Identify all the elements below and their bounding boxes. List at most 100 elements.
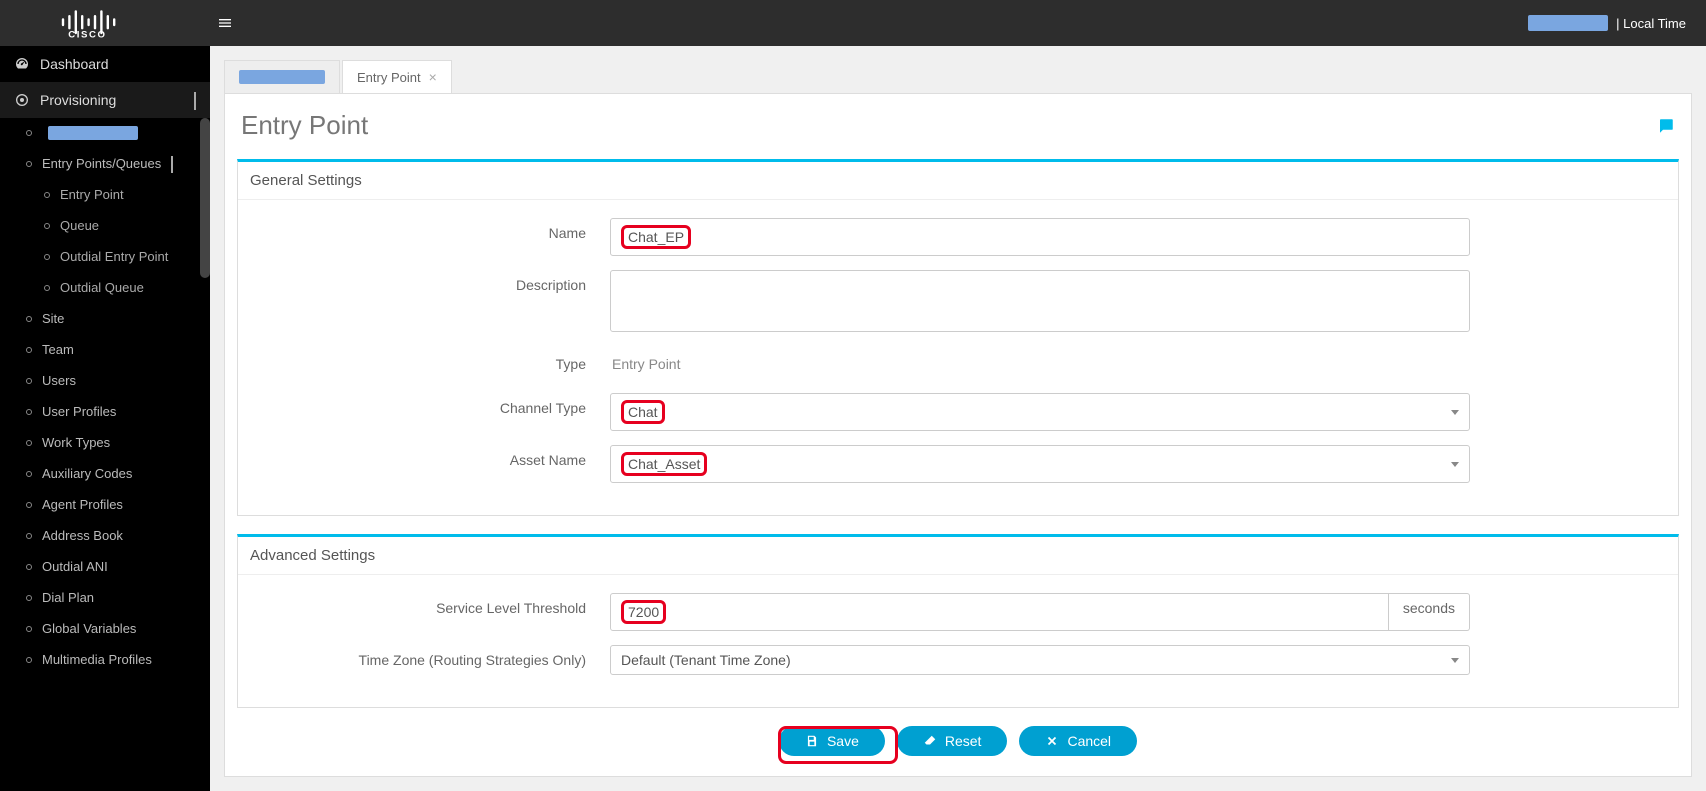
reset-button[interactable]: Reset <box>897 726 1008 756</box>
asset-name-select[interactable]: Chat_Asset <box>610 445 1470 483</box>
timezone-select[interactable]: Default (Tenant Time Zone) <box>610 645 1470 675</box>
bullet-icon <box>26 626 32 632</box>
name-label: Name <box>250 218 610 241</box>
sidebar-item-dashboard[interactable]: Dashboard <box>0 46 210 82</box>
sidebar-label: Team <box>42 342 74 357</box>
eraser-icon <box>923 734 937 748</box>
hamburger-icon[interactable] <box>210 15 240 31</box>
panel-heading: General Settings <box>238 162 1678 200</box>
bullet-icon <box>26 440 32 446</box>
caret-down-icon <box>1451 410 1459 415</box>
name-input[interactable]: Chat_EP <box>610 218 1470 256</box>
description-textarea[interactable] <box>610 270 1470 332</box>
sidebar-sub-auxiliary-codes[interactable]: Auxiliary Codes <box>0 458 210 489</box>
tab-redacted[interactable] <box>224 60 340 93</box>
bullet-icon <box>26 657 32 663</box>
sidebar-label: Users <box>42 373 76 388</box>
sidebar-label: Dial Plan <box>42 590 94 605</box>
button-label: Cancel <box>1067 733 1111 749</box>
bullet-icon <box>26 533 32 539</box>
bullet-icon <box>26 130 32 136</box>
sidebar-sub-entry-point[interactable]: Entry Point <box>0 179 210 210</box>
sidebar-sub-site[interactable]: Site <box>0 303 210 334</box>
cisco-logo: CISCO <box>0 7 210 39</box>
sidebar-label: User Profiles <box>42 404 116 419</box>
sidebar-sub-users[interactable]: Users <box>0 365 210 396</box>
sidebar-label: Queue <box>60 218 99 233</box>
button-label: Reset <box>945 733 982 749</box>
advanced-settings-panel: Advanced Settings Service Level Threshol… <box>237 534 1679 708</box>
panel-heading: Advanced Settings <box>238 537 1678 575</box>
button-label: Save <box>827 733 859 749</box>
bullet-icon <box>44 192 50 198</box>
sidebar-sub-agent-profiles[interactable]: Agent Profiles <box>0 489 210 520</box>
sidebar-sub-outdial-ani[interactable]: Outdial ANI <box>0 551 210 582</box>
sidebar-scrollbar[interactable] <box>200 118 210 278</box>
tz-label: Time Zone (Routing Strategies Only) <box>250 645 610 668</box>
asset-name-label: Asset Name <box>250 445 610 468</box>
top-right-info: | Local Time <box>1528 15 1706 31</box>
bullet-icon <box>26 347 32 353</box>
channel-type-label: Channel Type <box>250 393 610 416</box>
bullet-icon <box>44 285 50 291</box>
sidebar: Dashboard Provisioning Entry Points/Queu… <box>0 46 210 791</box>
sidebar-sub-outdial-queue[interactable]: Outdial Queue <box>0 272 210 303</box>
slt-input[interactable]: 7200 <box>610 593 1389 631</box>
local-time-label: | Local Time <box>1616 16 1686 31</box>
sidebar-sub-dial-plan[interactable]: Dial Plan <box>0 582 210 613</box>
sidebar-label: Agent Profiles <box>42 497 123 512</box>
bullet-icon <box>26 564 32 570</box>
sidebar-label: Outdial Queue <box>60 280 144 295</box>
button-row: Save Reset Cancel <box>225 726 1691 756</box>
top-bar: CISCO | Local Time <box>0 0 1706 46</box>
sidebar-label: Entry Points/Queues <box>42 156 161 171</box>
sidebar-sub-queue[interactable]: Queue <box>0 210 210 241</box>
redacted-chip <box>1528 15 1608 31</box>
chevron-down-icon <box>194 92 196 110</box>
sidebar-item-provisioning[interactable]: Provisioning <box>0 82 210 118</box>
cancel-button[interactable]: Cancel <box>1019 726 1137 756</box>
sidebar-sub-multimedia-profiles[interactable]: Multimedia Profiles <box>0 644 210 675</box>
help-icon[interactable] <box>1657 117 1675 135</box>
sidebar-label: Entry Point <box>60 187 124 202</box>
caret-down-icon <box>1451 658 1459 663</box>
sidebar-scroll[interactable]: Entry Points/Queues Entry Point Queue Outd… <box>0 118 210 791</box>
tab-entry-point[interactable]: Entry Point × <box>342 60 452 93</box>
sidebar-label: Multimedia Profiles <box>42 652 152 667</box>
bullet-icon <box>26 316 32 322</box>
sidebar-label: Auxiliary Codes <box>42 466 132 481</box>
bullet-icon <box>26 161 32 167</box>
page-title: Entry Point <box>241 110 368 141</box>
sidebar-label: Global Variables <box>42 621 136 636</box>
sidebar-sub-user-profiles[interactable]: User Profiles <box>0 396 210 427</box>
caret-down-icon <box>1451 462 1459 467</box>
sidebar-sub-entry-points-queues[interactable]: Entry Points/Queues <box>0 148 210 179</box>
highlighted-value: Chat_Asset <box>621 452 707 476</box>
slt-unit: seconds <box>1389 593 1470 631</box>
timezone-value: Default (Tenant Time Zone) <box>621 652 791 668</box>
bullet-icon <box>26 502 32 508</box>
sidebar-label: Outdial ANI <box>42 559 108 574</box>
bullet-icon <box>26 409 32 415</box>
type-value: Entry Point <box>610 349 1470 379</box>
redacted-chip <box>239 70 325 84</box>
chevron-down-icon <box>171 156 173 173</box>
close-icon[interactable]: × <box>429 69 437 85</box>
sidebar-sub-redacted[interactable] <box>0 118 210 148</box>
close-icon <box>1045 734 1059 748</box>
sidebar-sub-outdial-entry-point[interactable]: Outdial Entry Point <box>0 241 210 272</box>
sidebar-sub-team[interactable]: Team <box>0 334 210 365</box>
sidebar-sub-address-book[interactable]: Address Book <box>0 520 210 551</box>
channel-type-select[interactable]: Chat <box>610 393 1470 431</box>
sidebar-sub-work-types[interactable]: Work Types <box>0 427 210 458</box>
tabstrip: Entry Point × <box>210 46 1706 93</box>
sidebar-sub-global-variables[interactable]: Global Variables <box>0 613 210 644</box>
bullet-icon <box>44 223 50 229</box>
save-button[interactable]: Save <box>779 726 885 756</box>
main-area: Entry Point × Entry Point General Settin… <box>210 46 1706 791</box>
sidebar-label: Work Types <box>42 435 110 450</box>
svg-text:CISCO: CISCO <box>68 29 106 39</box>
sidebar-label: Provisioning <box>40 92 116 108</box>
sidebar-label: Site <box>42 311 64 326</box>
dashboard-icon <box>14 56 30 72</box>
